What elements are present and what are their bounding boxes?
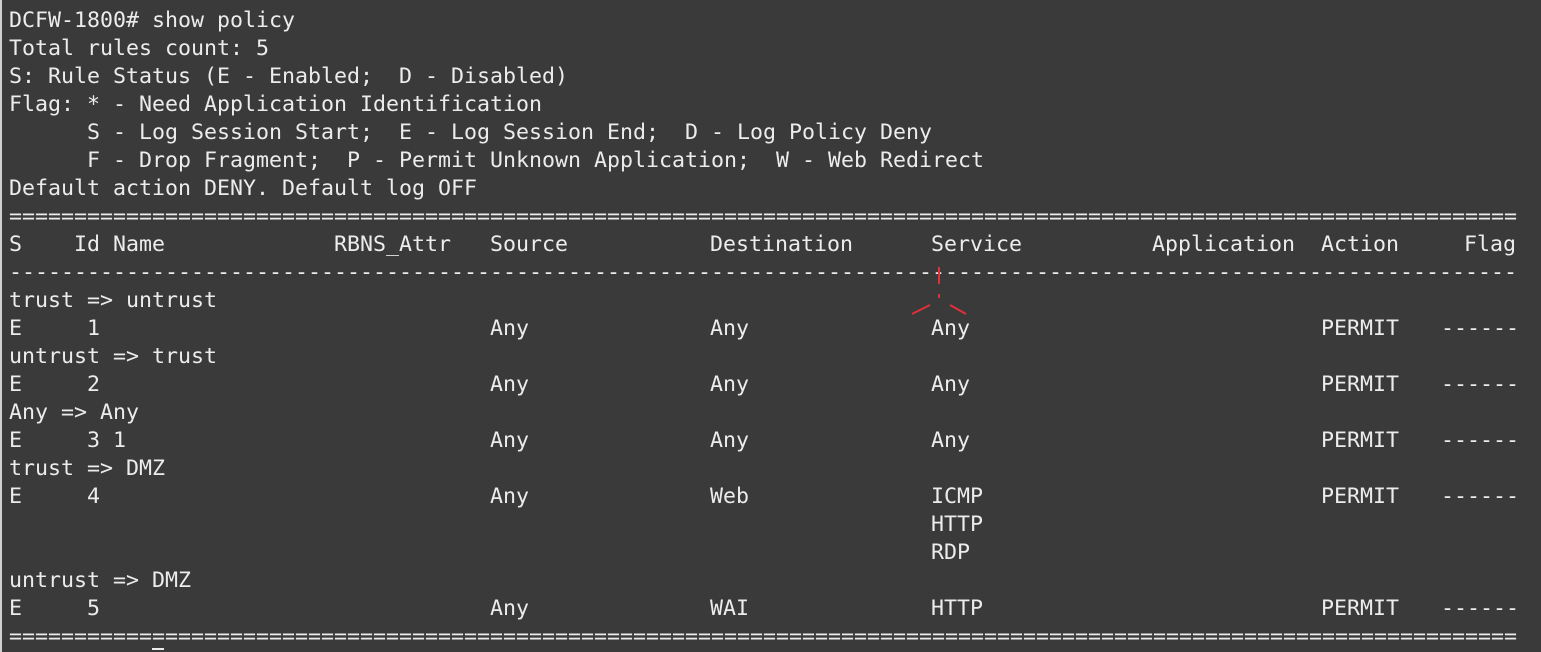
rule-action: PERMIT: [1321, 372, 1400, 397]
rule-status: E: [9, 484, 23, 509]
rule-source: Any: [490, 316, 530, 341]
rule-id: 3 1: [87, 428, 127, 453]
rule-id: 2: [87, 372, 101, 397]
zone-pair-label: trust => untrust: [9, 288, 218, 313]
zone-pair-label: Any => Any: [9, 400, 140, 425]
rule-service: Any: [931, 428, 971, 453]
flag-legend-line-3: F - Drop Fragment; P - Permit Unknown Ap…: [9, 148, 985, 173]
rule-destination: Any: [710, 372, 750, 397]
rule-flag: ------: [1441, 484, 1520, 509]
rule-id: 5: [87, 596, 101, 621]
single-separator: ----------------------------------------…: [9, 260, 1517, 285]
rule-service: RDP: [931, 540, 971, 565]
default-action-line: Default action DENY. Default log OFF: [9, 176, 478, 201]
rule-destination: WAI: [710, 596, 750, 621]
rule-destination: Any: [710, 428, 750, 453]
double-separator: ========================================…: [9, 204, 1517, 229]
rule-service: ICMP: [931, 484, 984, 509]
table-row-continuation: RDP: [9, 539, 1541, 567]
rule-flag: ------: [1441, 316, 1520, 341]
rule-service: Any: [931, 316, 971, 341]
rule-source: Any: [490, 484, 530, 509]
table-row: E 4 Any Web ICMP PERMIT ------: [9, 483, 1541, 511]
status-legend-line: S: Rule Status (E - Enabled; D - Disable…: [9, 64, 569, 89]
col-header-flag: Flag: [1464, 232, 1517, 257]
rule-source: Any: [490, 428, 530, 453]
rule-action: PERMIT: [1321, 316, 1400, 341]
col-header-id: Id: [74, 232, 101, 257]
rule-action: PERMIT: [1321, 596, 1400, 621]
rule-destination: Any: [710, 316, 750, 341]
rule-destination: Web: [710, 484, 750, 509]
rule-action: PERMIT: [1321, 428, 1400, 453]
table-header: S Id Name RBNS_Attr Source Destination S…: [9, 231, 1541, 259]
table-row: E 1 Any Any Any PERMIT ------: [9, 315, 1541, 343]
rule-status: E: [9, 428, 23, 453]
rule-status: E: [9, 372, 23, 397]
col-header-source: Source: [490, 232, 569, 257]
rule-flag: ------: [1441, 372, 1520, 397]
rule-id: 1: [87, 316, 101, 341]
flag-legend-line-2: S - Log Session Start; E - Log Session E…: [9, 120, 933, 145]
zone-pair-label: untrust => trust: [9, 344, 218, 369]
text-cursor: [152, 648, 164, 650]
col-header-application: Application: [1152, 232, 1296, 257]
rule-status: E: [9, 316, 23, 341]
rule-flag: ------: [1441, 428, 1520, 453]
table-row: E 5 Any WAI HTTP PERMIT ------: [9, 595, 1541, 623]
table-row-continuation: HTTP: [9, 511, 1541, 539]
col-header-s: S: [9, 232, 23, 257]
rule-id: 4: [87, 484, 101, 509]
rule-action: PERMIT: [1321, 484, 1400, 509]
rule-flag: ------: [1441, 596, 1520, 621]
rule-status: E: [9, 596, 23, 621]
col-header-rbns: RBNS_Attr: [334, 232, 452, 257]
zone-pair-label: untrust => DMZ: [9, 568, 192, 593]
table-row: E 3 1 Any Any Any PERMIT ------: [9, 427, 1541, 455]
col-header-name: Name: [113, 232, 166, 257]
rule-service: HTTP: [931, 512, 984, 537]
rule-source: Any: [490, 596, 530, 621]
zone-pair-label: trust => DMZ: [9, 456, 166, 481]
col-header-service: Service: [931, 232, 1023, 257]
terminal-window[interactable]: DCFW-1800# show policy Total rules count…: [0, 0, 1541, 652]
rule-source: Any: [490, 372, 530, 397]
rule-service: HTTP: [931, 596, 984, 621]
col-header-action: Action: [1321, 232, 1400, 257]
rule-service: Any: [931, 372, 971, 397]
col-header-destination: Destination: [710, 232, 854, 257]
double-separator-bottom: ========================================…: [9, 624, 1517, 649]
prompt-line: DCFW-1800# show policy: [9, 8, 296, 33]
total-rules-line: Total rules count: 5: [9, 36, 270, 61]
flag-legend-line: Flag: * - Need Application Identificatio…: [9, 92, 543, 117]
table-row: E 2 Any Any Any PERMIT ------: [9, 371, 1541, 399]
